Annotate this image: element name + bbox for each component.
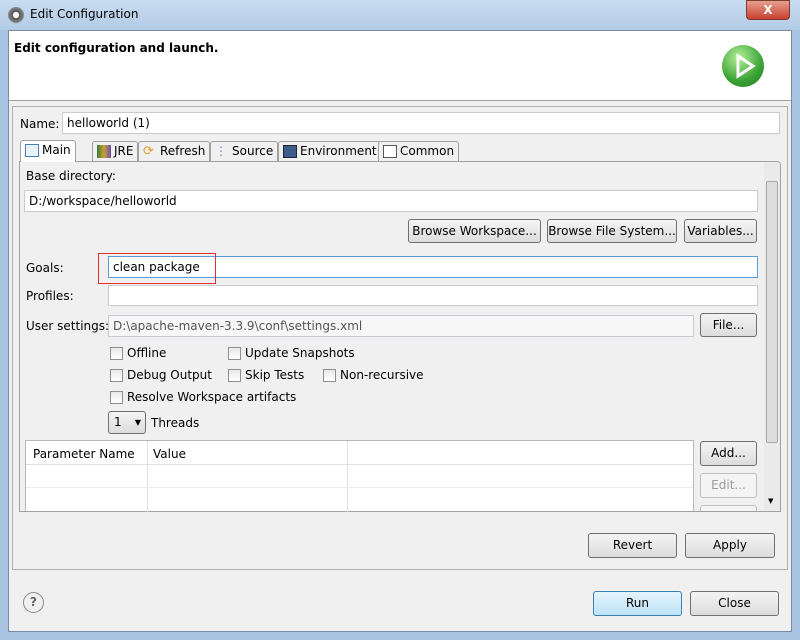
browse-workspace-button[interactable]: Browse Workspace... (408, 219, 541, 243)
refresh-icon: ⟳ (143, 144, 154, 159)
document-icon (25, 144, 39, 157)
add-parameter-button[interactable]: Add... (700, 441, 757, 466)
checkbox-label: Resolve Workspace artifacts (127, 390, 297, 404)
app-gear-icon (8, 7, 24, 23)
resolve-workspace-checkbox[interactable]: Resolve Workspace artifacts (110, 390, 296, 404)
tab-refresh[interactable]: ⟳ Refresh (138, 141, 211, 162)
skip-tests-checkbox[interactable]: Skip Tests (228, 368, 304, 382)
base-directory-label: Base directory: (26, 169, 116, 183)
remove-parameter-button (700, 505, 757, 511)
vertical-scrollbar[interactable]: ▼ (764, 163, 780, 510)
column-header-value[interactable]: Value (153, 447, 186, 461)
tab-environment[interactable]: Environment (278, 141, 382, 162)
checkbox-label: Non-recursive (340, 368, 424, 382)
revert-button[interactable]: Revert (588, 533, 677, 558)
tab-label: Source (232, 144, 274, 158)
table-header: Parameter Name Value (26, 441, 693, 465)
edit-parameter-button: Edit... (700, 473, 757, 498)
checkbox-label: Offline (127, 346, 167, 360)
tab-jre[interactable]: JRE (92, 141, 139, 162)
tab-common[interactable]: Common (378, 141, 460, 162)
tab-label: Common (400, 144, 455, 158)
variables-button[interactable]: Variables... (684, 219, 757, 243)
header-title: Edit configuration and launch. (14, 41, 219, 55)
table-icon (383, 145, 397, 158)
column-divider (347, 441, 348, 512)
checkbox-box[interactable] (110, 347, 123, 360)
threads-value: 1 (114, 415, 122, 429)
tab-source[interactable]: ⋮ Source (210, 141, 279, 162)
scrollbar-thumb[interactable] (766, 181, 778, 443)
profiles-label: Profiles: (26, 289, 74, 303)
checkbox-box[interactable] (110, 391, 123, 404)
parameters-table[interactable]: Parameter Name Value (25, 440, 694, 512)
goals-label: Goals: (26, 261, 64, 275)
window-title: Edit Configuration (30, 7, 139, 21)
user-settings-label: User settings: (26, 319, 110, 333)
dialog-header: Edit configuration and launch. (9, 31, 791, 101)
tab-main[interactable]: Main (20, 140, 76, 162)
threads-select[interactable]: 1 ▼ (108, 411, 146, 434)
tab-label: Refresh (160, 144, 206, 158)
column-divider (147, 441, 148, 512)
threads-label: Threads (151, 416, 200, 430)
tab-label: JRE (114, 144, 134, 158)
checkbox-box[interactable] (323, 369, 336, 382)
tab-label: Main (42, 143, 71, 157)
help-icon[interactable]: ? (23, 592, 44, 613)
checkbox-box[interactable] (110, 369, 123, 382)
checkbox-box[interactable] (228, 347, 241, 360)
file-button[interactable]: File... (700, 313, 757, 337)
name-label: Name: (20, 117, 60, 131)
checkbox-label: Debug Output (127, 368, 212, 382)
close-window-button[interactable]: X (746, 0, 790, 20)
column-header-parameter-name[interactable]: Parameter Name (33, 447, 135, 461)
close-icon: X (763, 3, 773, 17)
library-icon (97, 145, 111, 158)
base-directory-input[interactable]: D:/workspace/helloworld (24, 190, 758, 212)
debug-output-checkbox[interactable]: Debug Output (110, 368, 212, 382)
checkbox-label: Update Snapshots (245, 346, 355, 360)
apply-button[interactable]: Apply (685, 533, 775, 558)
checkbox-box[interactable] (228, 369, 241, 382)
run-button[interactable]: Run (593, 591, 682, 616)
browse-file-system-button[interactable]: Browse File System... (547, 219, 677, 243)
run-banner-icon (722, 45, 764, 87)
highlight-box (98, 253, 216, 284)
name-input[interactable]: helloworld (1) (62, 112, 780, 134)
table-row[interactable] (26, 487, 693, 488)
tab-label: Environment (300, 144, 377, 158)
source-icon: ⋮ (215, 144, 227, 158)
title-bar: Edit Configuration X (0, 0, 800, 30)
offline-checkbox[interactable]: Offline (110, 346, 166, 360)
close-button[interactable]: Close (690, 591, 779, 616)
user-settings-input[interactable]: D:\apache-maven-3.3.9\conf\settings.xml (108, 315, 694, 337)
chevron-down-icon: ▼ (134, 418, 141, 427)
scroll-down-arrow-icon[interactable]: ▼ (768, 497, 773, 505)
checkbox-label: Skip Tests (245, 368, 305, 382)
profiles-input[interactable] (108, 285, 758, 306)
update-snapshots-checkbox[interactable]: Update Snapshots (228, 346, 355, 360)
environment-icon (283, 145, 297, 158)
non-recursive-checkbox[interactable]: Non-recursive (323, 368, 424, 382)
